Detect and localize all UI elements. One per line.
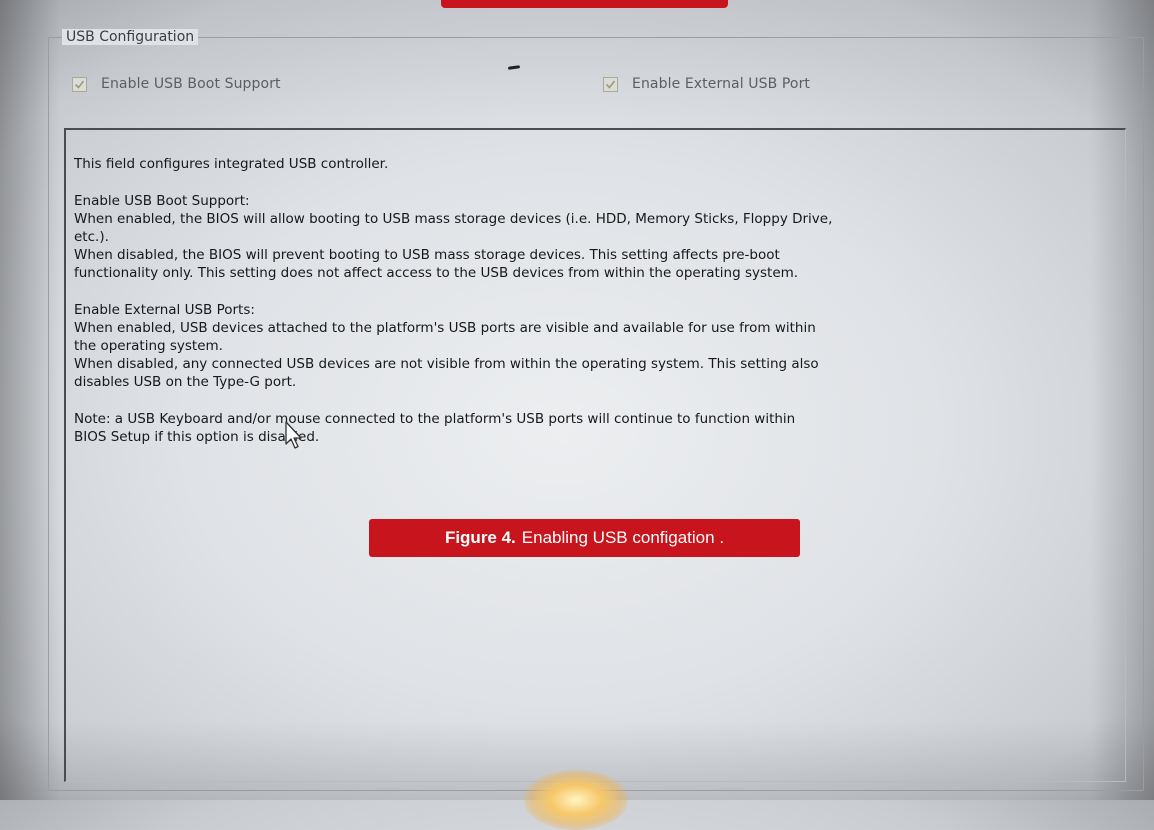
help-paragraph-intro: This field configures integrated USB con… — [74, 155, 1124, 173]
checkmark-icon — [605, 80, 616, 89]
help-paragraph-note: Note: a USB Keyboard and/or mouse connec… — [74, 410, 1124, 446]
help-note-line: BIOS Setup if this option is disabled. — [74, 429, 320, 445]
enable-external-usb-port-checkbox[interactable] — [603, 76, 618, 92]
help-paragraph-external: Enable External USB Ports: When enabled,… — [74, 301, 1124, 391]
enable-usb-boot-support-checkbox[interactable] — [72, 76, 87, 92]
help-intro: This field configures integrated USB con… — [74, 156, 389, 172]
enable-external-usb-port-label: Enable External USB Port — [632, 76, 811, 92]
help-ext-line: disables USB on the Type-G port. — [74, 374, 297, 390]
group-title: USB Configuration — [62, 29, 199, 45]
mouse-pointer-icon — [285, 421, 302, 449]
figure-number: Figure 4. — [444, 528, 516, 547]
figure-caption-text: Enabling USB configation . — [521, 528, 725, 547]
figure-caption: Figure 4. Enabling USB configation . — [369, 519, 800, 557]
help-ext-line: the operating system. — [74, 338, 223, 354]
help-boot-heading: Enable USB Boot Support: — [74, 193, 250, 209]
checkmark-icon — [74, 80, 85, 89]
top-red-banner — [441, 0, 728, 8]
enable-usb-boot-support-option[interactable]: Enable USB Boot Support — [72, 76, 281, 92]
enable-usb-boot-support-label: Enable USB Boot Support — [101, 76, 281, 92]
help-ext-line: When disabled, any connected USB devices… — [74, 356, 819, 372]
help-boot-line: When enabled, the BIOS will allow bootin… — [74, 211, 833, 227]
help-boot-line: functionality only. This setting does no… — [74, 265, 799, 281]
enable-external-usb-port-option[interactable]: Enable External USB Port — [603, 76, 810, 92]
help-note-line: Note: a USB Keyboard and/or mouse connec… — [74, 411, 796, 427]
light-glare — [524, 770, 628, 830]
help-boot-line: When disabled, the BIOS will prevent boo… — [74, 247, 780, 263]
help-boot-line: etc.). — [74, 229, 109, 245]
help-ext-line: When enabled, USB devices attached to th… — [74, 320, 816, 336]
help-ext-heading: Enable External USB Ports: — [74, 302, 255, 318]
help-text: This field configures integrated USB con… — [74, 155, 1124, 465]
help-paragraph-boot: Enable USB Boot Support: When enabled, t… — [74, 192, 1124, 282]
